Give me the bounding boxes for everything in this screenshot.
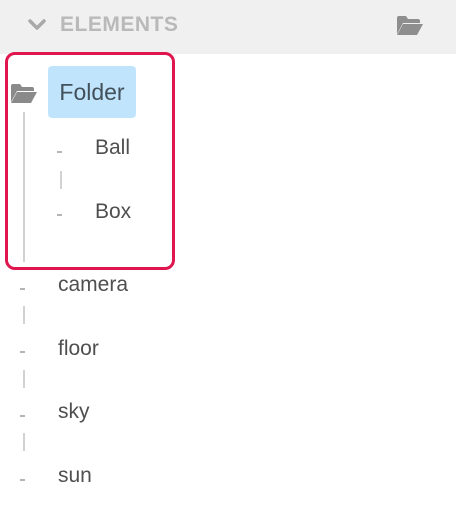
tree-bullet	[20, 415, 25, 417]
tree-connector-line	[60, 171, 62, 189]
tree-connector-line	[23, 306, 25, 324]
tree-bullet	[20, 351, 25, 353]
panel-title: ELEMENTS	[60, 13, 179, 36]
tree-node-box[interactable]: Box	[95, 200, 131, 224]
tree-bullet	[57, 151, 62, 153]
tree-node-camera[interactable]: camera	[58, 273, 128, 297]
tree-bullet	[20, 479, 25, 481]
tree-node-folder[interactable]: Folder	[48, 66, 136, 118]
tree-node-ball[interactable]: Ball	[95, 136, 130, 160]
tree-bullet	[20, 288, 25, 290]
tree-connector-line	[23, 433, 25, 451]
elements-panel-header: ELEMENTS	[0, 0, 456, 54]
tree-node-floor[interactable]: floor	[58, 337, 99, 361]
tree-connector-line	[23, 112, 25, 262]
folder-open-icon[interactable]	[10, 82, 38, 104]
chevron-down-icon[interactable]	[26, 14, 48, 36]
tree-connector-line	[23, 370, 25, 388]
tree-node-sun[interactable]: sun	[58, 464, 92, 488]
tree-node-sky[interactable]: sky	[58, 400, 90, 424]
folder-open-icon[interactable]	[396, 14, 424, 36]
tree-bullet	[57, 214, 62, 216]
